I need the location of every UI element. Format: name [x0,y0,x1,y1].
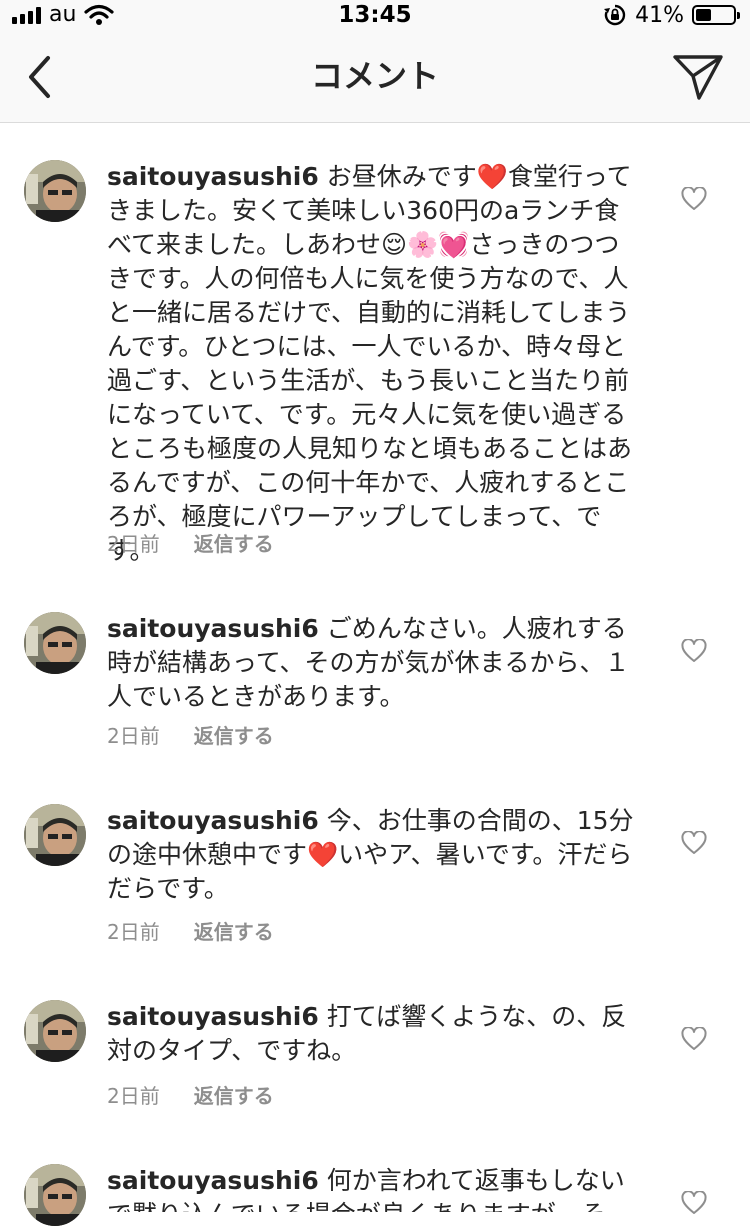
comment-username[interactable]: saitouyasushi6 [107,162,319,191]
avatar[interactable] [24,1164,86,1226]
battery-icon [692,5,740,25]
comment-meta: 2日前 返信する [107,916,274,945]
like-heart-icon[interactable] [681,831,707,855]
like-heart-icon[interactable] [681,1191,707,1215]
reply-button[interactable]: 返信する [194,1080,274,1109]
comment-username[interactable]: saitouyasushi6 [107,1166,319,1195]
comment-meta: 2日前 返信する [107,1080,274,1109]
avatar[interactable] [24,612,86,674]
avatar[interactable] [24,804,86,866]
reply-button[interactable]: 返信する [194,720,274,749]
comment-meta: 2日前 返信する [107,528,274,557]
comment-username[interactable]: saitouyasushi6 [107,1002,319,1031]
page-title: コメント [310,57,439,95]
comment-timestamp: 2日前 [107,920,160,944]
comment-body: saitouyasushi6 ごめんなさい。人疲れする時が結構あって、その方が気が… [107,612,637,714]
comment-text: お昼休みです❤️食堂行ってきました。安くて美味しい360円のaランチ食べて来まし… [107,162,633,565]
comment-body: saitouyasushi6 お昼休みです❤️食堂行ってきました。安くて美味しい3… [107,160,637,568]
battery-level-fill [696,9,711,21]
avatar[interactable] [24,1000,86,1062]
like-heart-icon[interactable] [681,1027,707,1051]
comment-meta: 2日前 返信する [107,720,274,749]
like-heart-icon[interactable] [681,187,707,211]
comment-timestamp: 2日前 [107,1084,160,1108]
rotation-lock-icon [604,4,626,26]
comment-username[interactable]: saitouyasushi6 [107,614,319,643]
status-bar: au 13:45 41% [0,0,750,30]
navigation-bar: コメント [0,30,750,123]
comment-body: saitouyasushi6 打てば響くような、の、反対のタイプ、ですね。 [107,1000,637,1068]
battery-percent: 41% [635,2,684,28]
reply-button[interactable]: 返信する [194,528,274,557]
send-icon[interactable] [672,52,724,102]
comment-body: saitouyasushi6 今、お仕事の合間の、15分の途中休憩中です❤️いやア… [107,804,637,906]
reply-button[interactable]: 返信する [194,916,274,945]
comment-username[interactable]: saitouyasushi6 [107,806,319,835]
comment-timestamp: 2日前 [107,724,160,748]
avatar[interactable] [24,160,86,222]
status-right: 41% [603,0,740,30]
comment-timestamp: 2日前 [107,532,160,556]
comment-body: saitouyasushi6何か言われて返事もしないで黙り込んでいる場合が良くあ… [107,1164,637,1212]
like-heart-icon[interactable] [681,639,707,663]
